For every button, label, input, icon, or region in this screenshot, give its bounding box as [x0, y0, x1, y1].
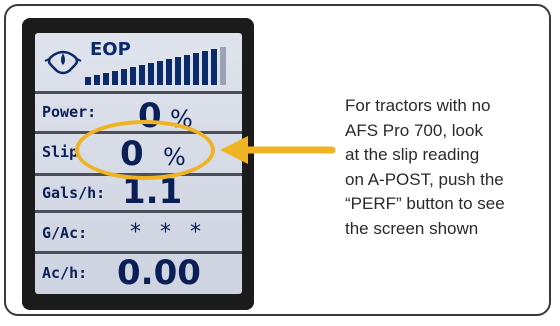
gals-per-hour-value: 1.1 — [122, 172, 183, 212]
caption-text: For tractors with no AFS Pro 700, look a… — [345, 94, 545, 241]
pointer-arrow-icon — [220, 136, 336, 164]
caption-line: on A-POST, push the — [345, 169, 504, 189]
divider — [35, 91, 242, 94]
gals-per-acre-label: G/Ac: — [42, 224, 88, 242]
acres-per-hour-label: Ac/h: — [42, 264, 88, 282]
acres-per-hour-value: 0.00 — [117, 253, 201, 293]
gals-per-hour-label: Gals/h: — [42, 184, 106, 202]
pressure-bar-graph — [85, 47, 226, 85]
caption-line: “PERF” button to see — [345, 194, 505, 213]
caption-line: at the slip reading — [345, 145, 480, 164]
oil-can-icon — [44, 50, 82, 75]
gals-per-acre-value: * * * — [130, 220, 207, 245]
power-label: Power: — [42, 103, 97, 121]
caption-line: the screen shown — [345, 218, 479, 238]
caption-line: AFS Pro 700, look — [345, 120, 483, 140]
caption-line: For tractors with no — [345, 96, 491, 115]
divider — [35, 210, 242, 213]
eop-row: EOP — [35, 33, 242, 91]
slip-highlight-ring — [75, 120, 215, 180]
slip-label: Slip — [42, 143, 79, 161]
